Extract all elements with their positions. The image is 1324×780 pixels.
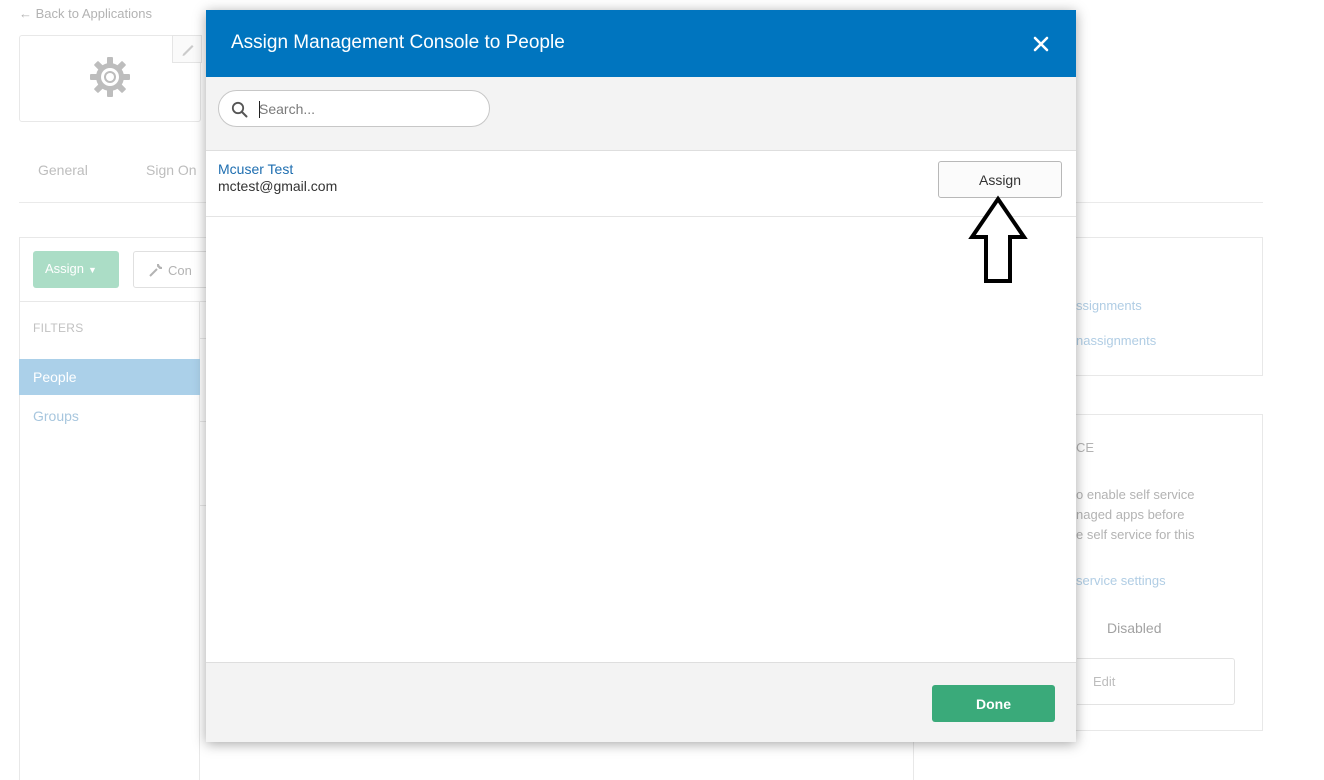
modal-footer: Done <box>206 662 1076 742</box>
person-name[interactable]: Mcuser Test <box>218 161 293 177</box>
up-arrow-annotation-icon <box>968 195 1028 283</box>
search-input[interactable] <box>259 99 479 119</box>
close-icon[interactable] <box>1032 35 1050 53</box>
assign-people-modal: Assign Management Console to People Mcus… <box>206 10 1076 742</box>
assign-person-button[interactable]: Assign <box>938 161 1062 198</box>
done-button[interactable]: Done <box>932 685 1055 722</box>
modal-header: Assign Management Console to People <box>206 10 1076 77</box>
modal-title: Assign Management Console to People <box>231 32 565 53</box>
search-bar <box>206 77 1076 151</box>
list-item: Mcuser Test mctest@gmail.com Assign <box>206 151 1076 217</box>
text-cursor <box>259 101 260 118</box>
page: ← Back to Applications General Sign On A… <box>0 0 1324 780</box>
search-icon <box>231 101 248 118</box>
search-field[interactable] <box>218 90 490 127</box>
person-email: mctest@gmail.com <box>218 178 338 194</box>
